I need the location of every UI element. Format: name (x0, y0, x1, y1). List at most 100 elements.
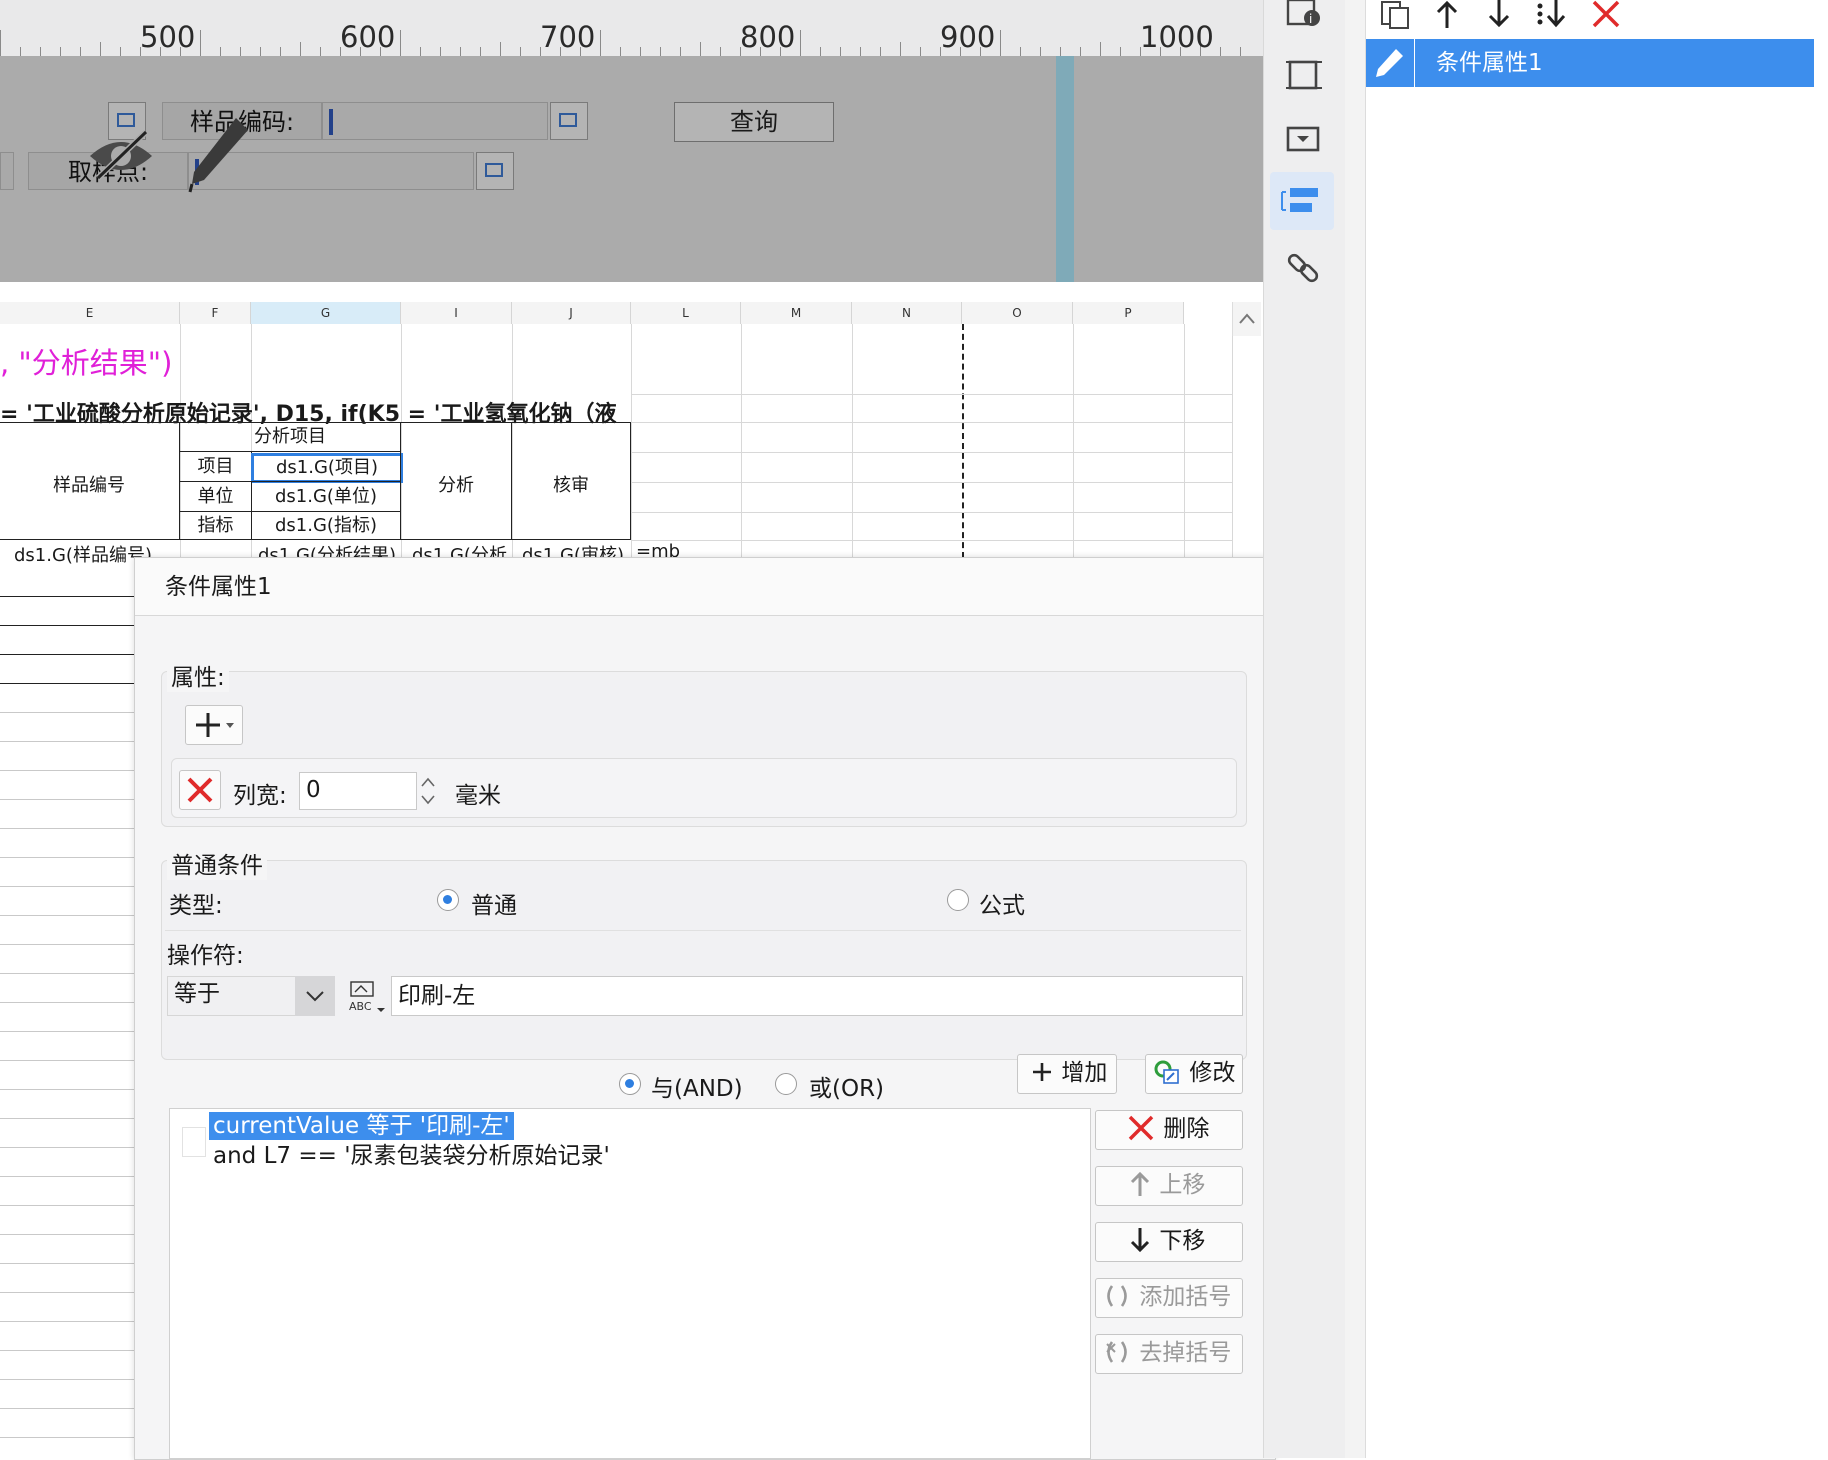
type-normal-radio[interactable] (437, 889, 459, 911)
column-width-input[interactable]: 0 (299, 772, 417, 810)
move-down-icon[interactable] (1484, 0, 1514, 30)
type-label: 类型: (169, 893, 223, 919)
ruler-tick (280, 47, 281, 56)
remove-attribute-button[interactable] (179, 770, 221, 810)
column-header-i[interactable]: I (401, 302, 512, 324)
ruler-tick (800, 30, 801, 56)
value-type-button[interactable]: ABC (343, 976, 387, 1016)
delete-button[interactable]: 删除 (1095, 1110, 1243, 1150)
type-formula-radio[interactable] (947, 889, 969, 911)
edit-pencil-icon[interactable] (186, 114, 252, 194)
move-down-button[interactable]: 下移 (1095, 1222, 1243, 1262)
grid-line (741, 324, 742, 558)
formula-row-1[interactable]: , "分析结果") (0, 340, 172, 382)
condition-tree-indent (182, 1127, 206, 1157)
and-radio[interactable] (619, 1073, 641, 1095)
ruler-tick (440, 47, 441, 56)
header-item[interactable]: 项目 (179, 451, 252, 482)
plus-dropdown-icon (196, 713, 234, 737)
column-header-g[interactable]: G (251, 302, 401, 324)
sheet-row-line (0, 857, 134, 858)
attributes-title: 属性: (167, 658, 229, 692)
header-sample-no-text: 样品编号 (53, 475, 125, 496)
cell-g-index[interactable]: ds1.G(指标) (251, 511, 401, 540)
cell-g-unit[interactable]: ds1.G(单位) (251, 481, 401, 512)
column-header-o[interactable]: O (962, 302, 1073, 324)
or-radio[interactable] (775, 1073, 797, 1095)
condition-attribute-item[interactable]: 条件属性1 (1366, 39, 1814, 87)
sample-point-dropdown[interactable] (476, 152, 514, 190)
ruler-tick (1020, 47, 1021, 56)
header-unit[interactable]: 单位 (179, 481, 252, 512)
condition-value-input[interactable]: 印刷-左 (391, 976, 1243, 1016)
sheet-row-line (0, 1031, 134, 1032)
column-header-p[interactable]: P (1073, 302, 1184, 324)
sheet-row-line (0, 1060, 134, 1061)
sample-code-input[interactable] (322, 102, 548, 140)
add-condition-button[interactable]: 增加 (1017, 1054, 1117, 1094)
delete-icon[interactable] (1590, 0, 1622, 30)
sheet-row-line (0, 1292, 134, 1293)
and-label[interactable]: 与(AND) (651, 1069, 743, 1103)
or-label[interactable]: 或(OR) (809, 1069, 884, 1103)
column-header-f[interactable]: F (180, 302, 251, 324)
operator-dropdown-button[interactable] (295, 976, 335, 1016)
column-header-m[interactable]: M (741, 302, 852, 324)
column-header-e[interactable]: E (0, 302, 180, 324)
column-width-stepper[interactable] (417, 772, 439, 810)
data-sample[interactable]: ds1.G(样品编号) (14, 541, 152, 567)
ruler-tick (20, 47, 21, 56)
add-attribute-button[interactable] (185, 705, 243, 745)
move-up-icon[interactable] (1432, 0, 1462, 30)
condition-item[interactable]: and L7 == '尿素包装袋分析原始记录' (213, 1142, 610, 1170)
condition-list[interactable]: currentValue 等于 '印刷-左' and L7 == '尿素包装袋分… (169, 1108, 1091, 1459)
modify-condition-button[interactable]: 修改 (1145, 1054, 1243, 1094)
ruler-tick (1060, 47, 1061, 56)
ruler-tick (880, 47, 881, 56)
condition-item-selected[interactable]: currentValue 等于 '印刷-左' (209, 1112, 514, 1140)
widget-icon[interactable] (1282, 118, 1326, 162)
border-icon[interactable] (1282, 52, 1326, 96)
condition-attribute-tab[interactable] (1270, 172, 1334, 230)
copy-icon[interactable] (1378, 0, 1414, 30)
grid-line (631, 512, 1232, 513)
sample-code-dropdown[interactable] (550, 102, 588, 140)
move-bottom-icon[interactable] (1534, 0, 1570, 30)
arrow-up-icon (1130, 1171, 1150, 1196)
ruler-tick (1080, 47, 1081, 56)
remove-bracket-button[interactable]: 去掉括号 (1095, 1334, 1243, 1374)
scroll-up-button[interactable] (1232, 302, 1261, 336)
sheet-row-line (0, 1089, 134, 1090)
condition-list-icon (1281, 188, 1318, 212)
header-sample-no[interactable]: 样品编号 (0, 422, 180, 540)
cell-info-icon[interactable]: i (1282, 0, 1326, 44)
sheet-row-line (0, 1321, 134, 1322)
type-formula-label[interactable]: 公式 (979, 886, 1025, 920)
grid-line (1232, 324, 1233, 558)
query-button[interactable]: 查询 (674, 102, 834, 142)
modify-condition-label: 修改 (1189, 1060, 1236, 1086)
header-analysis[interactable]: 分析 (400, 422, 512, 540)
header-review[interactable]: 核审 (511, 422, 631, 540)
ruler-tick (1240, 47, 1241, 56)
operator-select-value: 等于 (174, 981, 220, 1007)
type-normal-label[interactable]: 普通 (471, 886, 517, 920)
ruler-tick (500, 42, 501, 56)
move-up-label: 上移 (1159, 1172, 1206, 1198)
ruler-tick (1100, 42, 1101, 56)
column-header-l[interactable]: L (631, 302, 741, 324)
move-up-button[interactable]: 上移 (1095, 1166, 1243, 1206)
ruler-label: 900 (940, 20, 996, 54)
header-index[interactable]: 指标 (179, 511, 252, 540)
delete-label: 删除 (1163, 1116, 1210, 1142)
hide-eye-icon[interactable] (86, 126, 156, 182)
cell-g-item[interactable]: ds1.G(项目) (251, 453, 403, 483)
ruler-tick (820, 47, 821, 56)
column-header-n[interactable]: N (852, 302, 962, 324)
add-bracket-button[interactable]: 添加括号 (1095, 1278, 1243, 1318)
column-header-j[interactable]: J (512, 302, 631, 324)
hyperlink-icon[interactable] (1282, 246, 1326, 290)
header-analysis-items[interactable]: 分析项目 (179, 422, 401, 452)
ruler-tick (200, 30, 201, 56)
sheet-row-line (0, 1205, 134, 1206)
